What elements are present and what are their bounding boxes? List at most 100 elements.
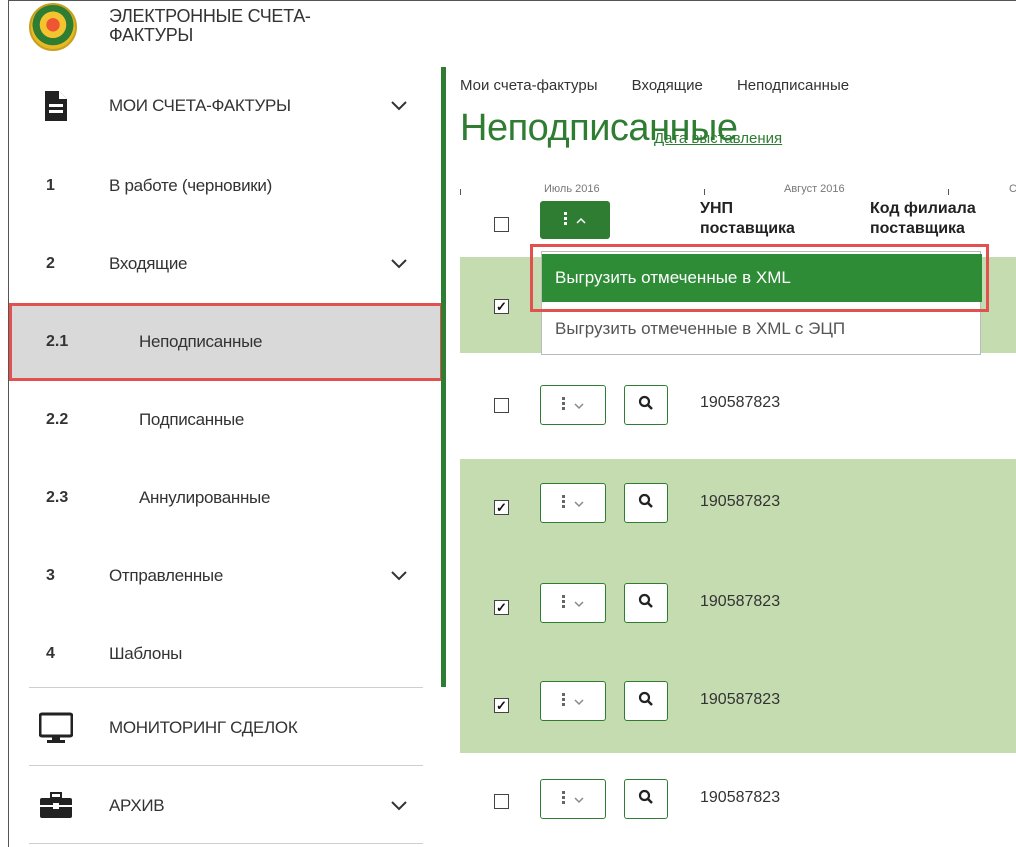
highlight-frame (530, 244, 989, 312)
view-button[interactable] (624, 681, 668, 721)
chevron-up-icon (576, 213, 586, 228)
emblem-logo (29, 3, 77, 51)
breadcrumb-item[interactable]: Мои счета-фактуры (460, 77, 598, 94)
cell-unp: 190587823 (700, 691, 781, 708)
sidebar-item-label: МОНИТОРИНГ СДЕЛОК (109, 718, 298, 737)
chevron-down-icon[interactable] (389, 254, 409, 274)
table-row[interactable]: 190587823 (460, 753, 1016, 847)
row-checkbox[interactable]: ✓ (494, 500, 509, 515)
table-row[interactable]: ✓ 190587823 (460, 557, 1016, 655)
row-actions-button[interactable] (540, 681, 606, 721)
search-icon (638, 593, 654, 614)
chevron-down-icon (574, 398, 584, 413)
sidebar-item-number: 2 (46, 255, 55, 272)
sidebar-divider (29, 765, 423, 766)
bulk-actions-button[interactable] (540, 201, 610, 239)
row-checkbox[interactable] (494, 398, 509, 413)
menu-item-export-xml-signed[interactable]: Выгрузить отмеченные в XML с ЭЦП (542, 305, 982, 353)
view-button[interactable] (624, 779, 668, 819)
chevron-down-icon (574, 694, 584, 709)
view-button[interactable] (624, 483, 668, 523)
more-vertical-icon (562, 692, 566, 710)
row-checkbox[interactable]: ✓ (494, 600, 509, 615)
select-all-checkbox[interactable] (494, 217, 509, 232)
cell-unp: 190587823 (700, 593, 781, 610)
more-vertical-icon (562, 396, 566, 414)
sidebar-item-label: МОИ СЧЕТА-ФАКТУРЫ (109, 96, 291, 115)
more-vertical-icon (562, 594, 566, 612)
column-header-branch-code[interactable]: Код филиала поставщика (870, 199, 1010, 239)
timeline-label: С (1009, 183, 1016, 195)
search-icon (638, 691, 654, 712)
search-icon (638, 493, 654, 514)
more-vertical-icon (562, 494, 566, 512)
row-actions-button[interactable] (540, 483, 606, 523)
breadcrumb-item[interactable]: Неподписанные (737, 77, 849, 94)
row-actions-button[interactable] (540, 385, 606, 425)
table-row[interactable]: 190587823 (460, 357, 1016, 455)
sidebar-scrollbar[interactable] (441, 67, 446, 687)
sidebar-item-templates[interactable]: 4 Шаблоны (9, 615, 443, 693)
row-actions-button[interactable] (540, 583, 606, 623)
timeline-label: Июль 2016 (544, 183, 600, 195)
chevron-down-icon[interactable] (389, 96, 409, 116)
sidebar-item-incoming[interactable]: 2 Входящие (9, 225, 443, 303)
sidebar-item-archive[interactable]: АРХИВ (9, 767, 443, 845)
more-vertical-icon (564, 211, 568, 229)
sidebar-item-label: Аннулированные (139, 488, 271, 507)
chevron-down-icon (574, 596, 584, 611)
row-actions-button[interactable] (540, 779, 606, 819)
sidebar-item-unsigned[interactable]: 2.1 Неподписанные (9, 303, 443, 381)
sidebar-item-number: 3 (46, 567, 55, 584)
sidebar-divider (29, 687, 423, 688)
main-content: Мои счета-фактуры Входящие Неподписанные… (454, 67, 1016, 847)
sidebar-item-label: Входящие (109, 254, 188, 273)
sidebar-item-label: В работе (черновики) (109, 176, 272, 195)
sidebar-item-number: 4 (46, 645, 55, 662)
date-timeline[interactable]: Июль 2016 Август 2016 С (454, 183, 1016, 203)
more-vertical-icon (562, 790, 566, 808)
view-button[interactable] (624, 583, 668, 623)
sidebar-item-label: Неподписанные (139, 332, 263, 351)
chevron-down-icon (574, 792, 584, 807)
sidebar-item-drafts[interactable]: 1 В работе (черновики) (9, 147, 443, 225)
sidebar-item-cancelled[interactable]: 2.3 Аннулированные (9, 459, 443, 537)
cell-unp: 190587823 (700, 789, 781, 806)
sidebar-item-my-invoices[interactable]: МОИ СЧЕТА-ФАКТУРЫ (9, 67, 443, 145)
sidebar-item-number: 2.3 (46, 489, 69, 506)
sidebar: МОИ СЧЕТА-ФАКТУРЫ 1 В работе (черновики)… (9, 67, 443, 847)
table-row[interactable]: ✓ 190587823 (460, 459, 1016, 557)
chevron-down-icon (574, 496, 584, 511)
chevron-down-icon[interactable] (389, 796, 409, 816)
sidebar-item-number: 1 (46, 177, 55, 194)
timeline-label: Август 2016 (784, 183, 845, 195)
breadcrumb-item[interactable]: Входящие (632, 77, 703, 94)
sidebar-item-signed[interactable]: 2.2 Подписанные (9, 381, 443, 459)
app-frame: ЭЛЕКТРОННЫЕ СЧЕТА-ФАКТУРЫ МОИ СЧЕТА-ФАКТ… (8, 0, 1016, 847)
monitor-icon (35, 708, 77, 748)
sidebar-item-sent[interactable]: 3 Отправленные (9, 537, 443, 615)
row-checkbox[interactable]: ✓ (494, 299, 509, 314)
row-checkbox[interactable]: ✓ (494, 698, 509, 713)
sidebar-item-label: АРХИВ (109, 796, 165, 815)
date-sort-link[interactable]: Дата выставления (654, 130, 782, 147)
column-header-unp[interactable]: УНП поставщика (700, 199, 810, 239)
table-row[interactable]: ✓ 190587823 (460, 655, 1016, 753)
sidebar-item-label: Шаблоны (109, 644, 183, 663)
sidebar-item-number: 2.2 (46, 411, 69, 428)
sidebar-item-monitoring[interactable]: МОНИТОРИНГ СДЕЛОК (9, 689, 443, 767)
chevron-down-icon[interactable] (389, 566, 409, 586)
cell-unp: 190587823 (700, 493, 781, 510)
app-title: ЭЛЕКТРОННЫЕ СЧЕТА-ФАКТУРЫ (109, 6, 311, 45)
sidebar-divider (29, 843, 423, 844)
document-icon (35, 86, 77, 126)
app-header: ЭЛЕКТРОННЫЕ СЧЕТА-ФАКТУРЫ (9, 1, 1016, 67)
sidebar-item-number: 2.1 (46, 333, 69, 350)
row-checkbox[interactable] (494, 794, 509, 809)
search-icon (638, 395, 654, 416)
cell-unp: 190587823 (700, 394, 781, 411)
breadcrumb: Мои счета-фактуры Входящие Неподписанные (460, 77, 879, 94)
view-button[interactable] (624, 385, 668, 425)
search-icon (638, 789, 654, 810)
sidebar-item-label: Подписанные (139, 410, 245, 429)
